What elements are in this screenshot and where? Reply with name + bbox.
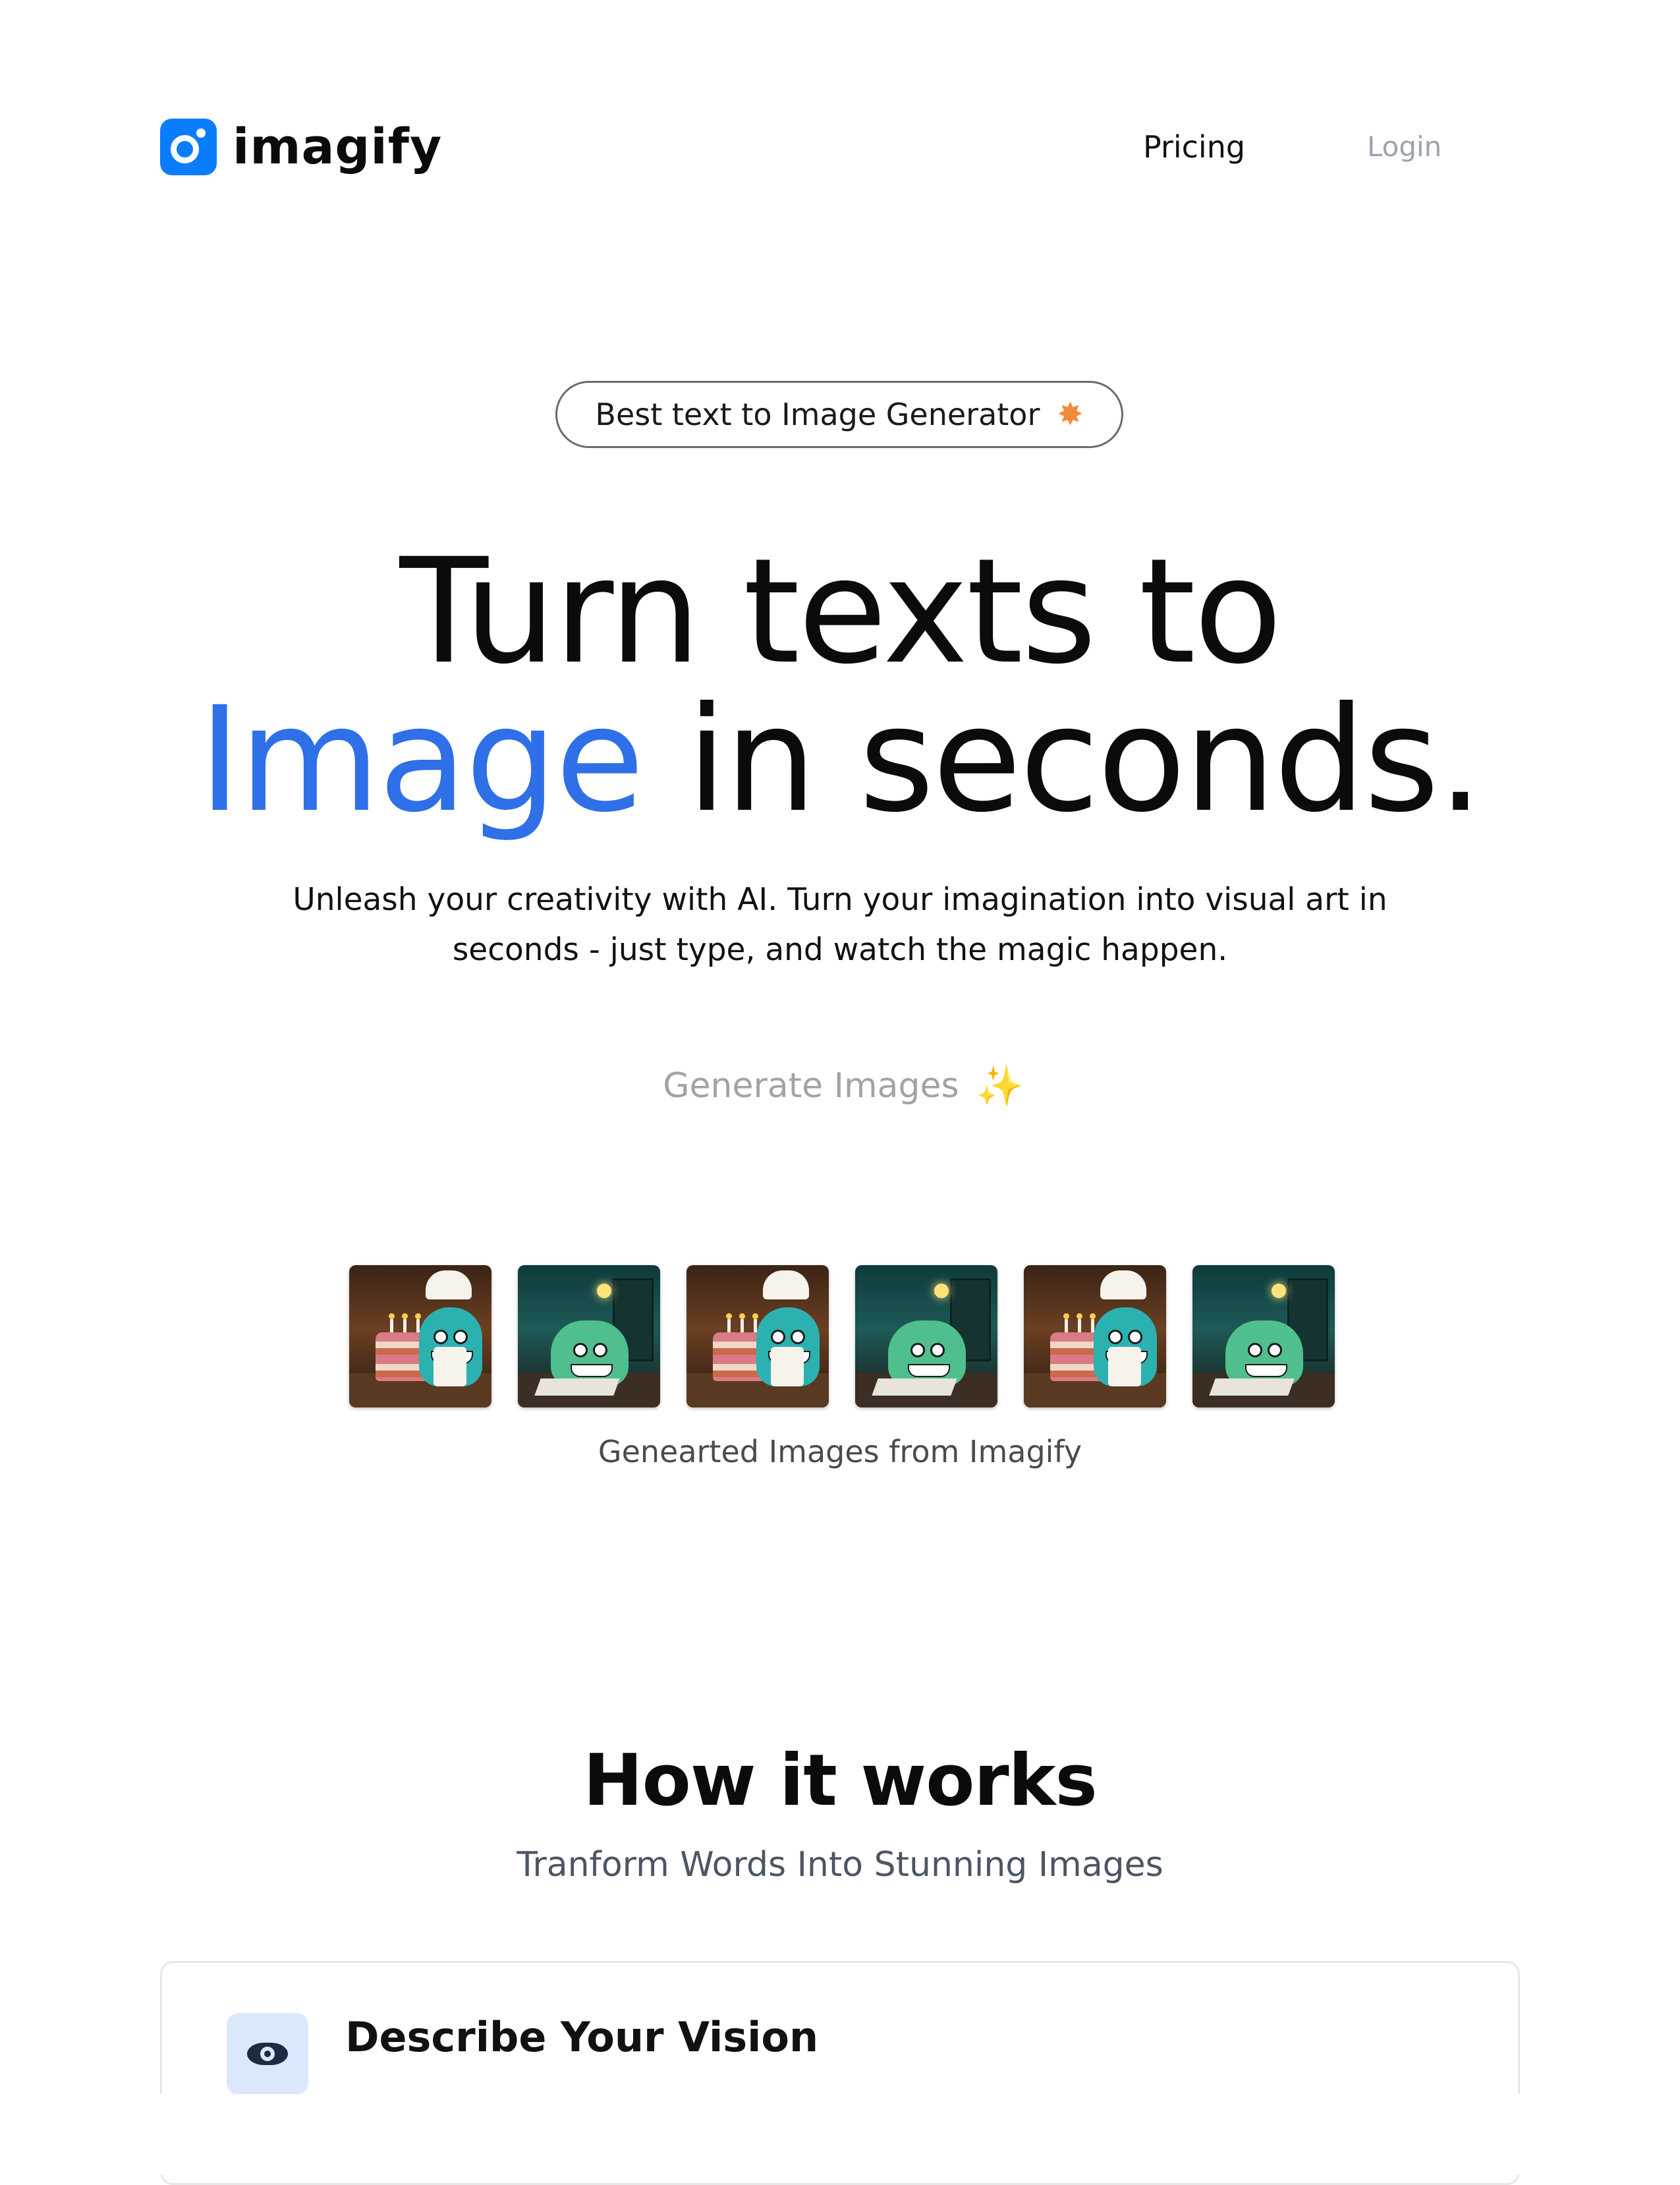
generated-images-gallery <box>349 1265 1335 1407</box>
hero-title-rest: in seconds. <box>642 675 1484 844</box>
page-bottom-margin <box>0 2094 1680 2174</box>
hero-title-line1: Turn texts to <box>399 527 1283 696</box>
brand-name: imagify <box>233 119 443 175</box>
gallery-thumbnail-lamp-monster[interactable] <box>855 1265 997 1407</box>
brand-logo[interactable]: imagify <box>160 119 442 175</box>
nav-login-link[interactable]: Login <box>1367 130 1442 163</box>
eye-icon <box>247 2043 288 2065</box>
generate-images-button[interactable]: Generate Images ✨ <box>646 1053 1041 1119</box>
gallery-caption: Genearted Images from Imagify <box>598 1434 1082 1469</box>
how-it-works-subtitle: Tranform Words Into Stunning Images <box>517 1845 1163 1885</box>
sparkle-icon: ✨ <box>976 1063 1024 1108</box>
how-it-works-title: How it works <box>583 1740 1098 1822</box>
step-title: Describe Your Vision <box>345 2013 819 2061</box>
badge-label: Best text to Image Generator <box>595 397 1040 432</box>
hero-subtitle: Unleash your creativity with AI. Turn yo… <box>293 882 1387 968</box>
logo-icon <box>160 119 217 175</box>
gallery-thumbnail-lamp-monster[interactable] <box>518 1265 660 1407</box>
gallery-thumbnail-chef-monster[interactable] <box>686 1265 829 1407</box>
star-icon: ✸ <box>1057 396 1084 433</box>
generate-images-label: Generate Images <box>663 1066 959 1106</box>
nav-pricing-link[interactable]: Pricing <box>1143 129 1245 165</box>
step-icon-container <box>227 2013 308 2095</box>
gallery-thumbnail-lamp-monster[interactable] <box>1192 1265 1335 1407</box>
hero-badge: Best text to Image Generator ✸ <box>555 381 1123 448</box>
hero-title-line2: Image in seconds. <box>0 687 1680 832</box>
gallery-thumbnail-chef-monster[interactable] <box>1024 1265 1166 1407</box>
hero-title-accent: Image <box>198 675 644 844</box>
gallery-thumbnail-chef-monster[interactable] <box>349 1265 491 1407</box>
